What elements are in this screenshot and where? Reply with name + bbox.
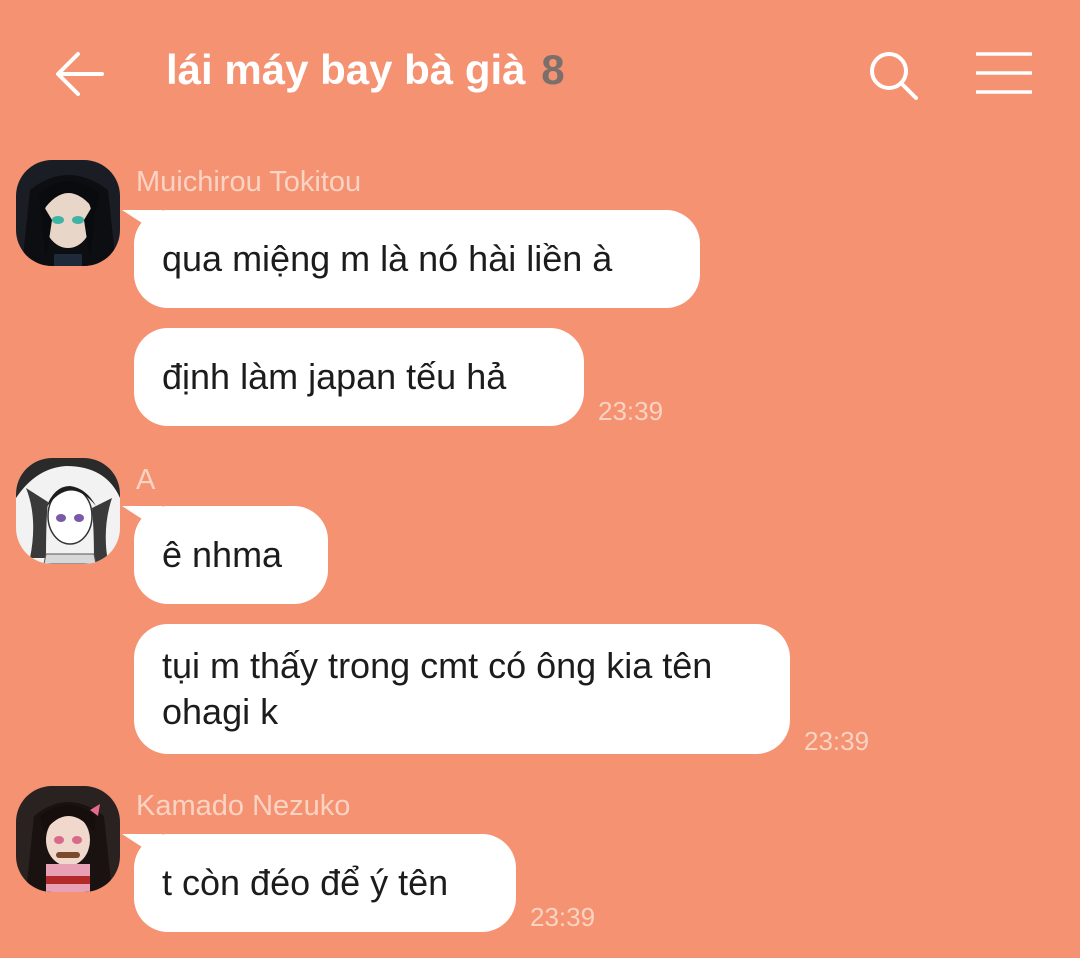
message-bubble[interactable]: qua miệng m là nó hài liền à bbox=[134, 210, 700, 308]
message-bubble[interactable]: tụi m thấy trong cmt có ông kia tên ohag… bbox=[134, 624, 790, 754]
chat-title: lái máy bay bà già 8 bbox=[166, 46, 565, 94]
message-bubble[interactable]: t còn đéo để ý tên bbox=[134, 834, 516, 932]
avatar-nezuko[interactable] bbox=[16, 786, 120, 892]
message-timestamp: 23:39 bbox=[598, 396, 664, 426]
message-timestamp: 23:39 bbox=[804, 726, 870, 756]
message-timestamp: 23:39 bbox=[530, 902, 596, 932]
message-text: t còn đéo để ý tên bbox=[162, 862, 449, 903]
back-arrow-icon[interactable] bbox=[52, 48, 108, 100]
sender-name: A bbox=[136, 464, 156, 496]
sender-name: Kamado Nezuko bbox=[136, 790, 351, 822]
message-text: định làm japan tếu hả bbox=[162, 356, 507, 397]
hamburger-menu-icon[interactable] bbox=[972, 50, 1036, 96]
sender-name: Muichirou Tokitou bbox=[136, 166, 362, 198]
message-text: qua miệng m là nó hài liền à bbox=[162, 238, 613, 279]
message-text: ê nhma bbox=[162, 534, 283, 575]
member-count: 8 bbox=[541, 46, 565, 93]
message-bubble[interactable]: ê nhma bbox=[134, 506, 328, 604]
message-bubble[interactable]: định làm japan tếu hả bbox=[134, 328, 584, 426]
chat-room-name: lái máy bay bà già bbox=[166, 46, 526, 93]
avatar-a[interactable] bbox=[16, 458, 120, 564]
search-icon[interactable] bbox=[866, 48, 922, 104]
avatar-muichirou[interactable] bbox=[16, 160, 120, 266]
chat-header: lái máy bay bà già 8 bbox=[0, 0, 1080, 150]
message-text: tụi m thấy trong cmt có ông kia tên ohag… bbox=[162, 645, 713, 732]
